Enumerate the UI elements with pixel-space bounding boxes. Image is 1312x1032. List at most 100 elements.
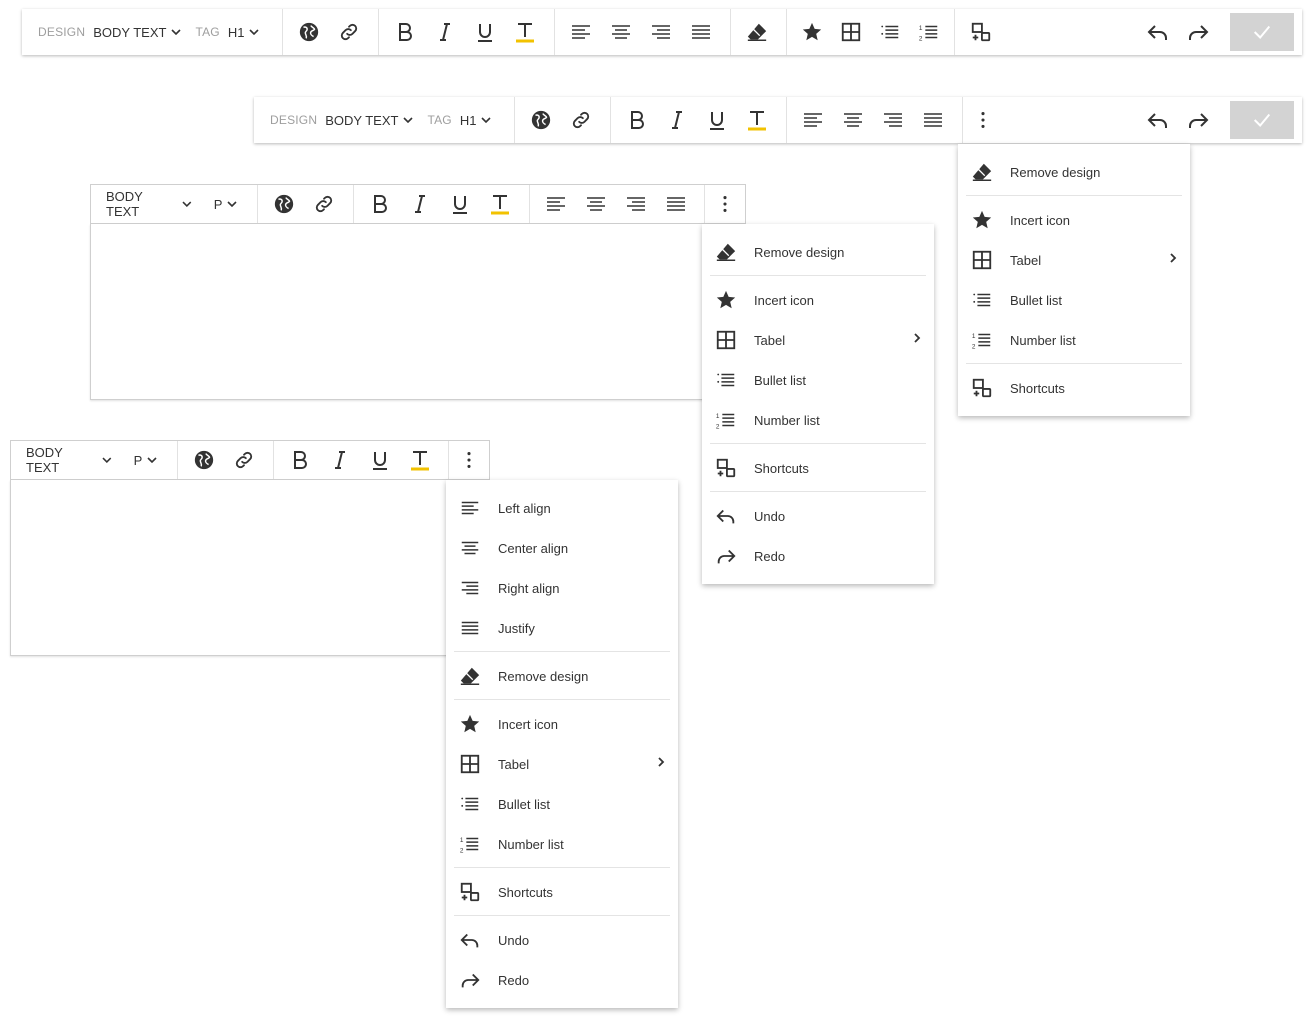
align-center-button[interactable] [601, 12, 641, 52]
link-button[interactable] [224, 440, 264, 480]
align-left-icon [569, 20, 593, 44]
redo-button[interactable] [1178, 100, 1218, 140]
menu-item-bullet-list[interactable]: Bullet list [710, 360, 926, 400]
menu-item-right-align[interactable]: Right align [454, 568, 670, 608]
menu-item-remove-design[interactable]: Remove design [966, 152, 1182, 192]
menu-item-redo[interactable]: Redo [710, 536, 926, 576]
number-list-icon [715, 409, 737, 431]
menu-item-remove-design[interactable]: Remove design [710, 232, 926, 272]
star-icon [801, 21, 823, 43]
tag-value: P [133, 452, 143, 468]
text-color-button[interactable] [737, 100, 777, 140]
editor-area-xsmall[interactable] [10, 480, 448, 656]
text-color-button[interactable] [400, 440, 440, 480]
menu-item-tabel[interactable]: Tabel [966, 240, 1182, 280]
menu-item-left-align[interactable]: Left align [454, 488, 670, 528]
justify-button[interactable] [656, 184, 696, 224]
design-select[interactable]: BODY TEXT [93, 25, 181, 40]
align-center-button[interactable] [576, 184, 616, 224]
align-right-button[interactable] [616, 184, 656, 224]
justify-button[interactable] [681, 12, 721, 52]
underline-button[interactable] [697, 100, 737, 140]
menu-item-shortcuts[interactable]: Shortcuts [710, 448, 926, 488]
italic-button[interactable] [320, 440, 360, 480]
globe-button[interactable] [289, 12, 329, 52]
align-center-button[interactable] [833, 100, 873, 140]
bold-button[interactable] [360, 184, 400, 224]
tag-select[interactable]: H1 [228, 25, 260, 40]
menu-item-redo[interactable]: Redo [454, 960, 670, 1000]
menu-divider [710, 443, 926, 444]
table-icon [715, 329, 737, 351]
align-right-button[interactable] [873, 100, 913, 140]
remove-design-button[interactable] [737, 12, 777, 52]
tag-select[interactable]: P [134, 453, 158, 468]
menu-item-shortcuts[interactable]: Shortcuts [454, 872, 670, 912]
insert-icon-button[interactable] [793, 12, 832, 52]
redo-button[interactable] [1178, 12, 1218, 52]
menu-item-number-list[interactable]: Number list [454, 824, 670, 864]
italic-button[interactable] [400, 184, 440, 224]
menu-item-justify[interactable]: Justify [454, 608, 670, 648]
more-button[interactable] [963, 100, 1003, 140]
underline-button[interactable] [440, 184, 480, 224]
menu-item-label: Shortcuts [498, 884, 553, 900]
link-button[interactable] [561, 100, 601, 140]
menu-item-bullet-list[interactable]: Bullet list [454, 784, 670, 824]
align-left-button[interactable] [536, 184, 576, 224]
bold-button[interactable] [617, 100, 657, 140]
text-color-button[interactable] [480, 184, 520, 224]
more-button[interactable] [705, 184, 745, 224]
text-color-button[interactable] [505, 12, 545, 52]
confirm-button[interactable] [1230, 101, 1294, 139]
confirm-button[interactable] [1230, 13, 1294, 51]
globe-button[interactable] [184, 440, 224, 480]
globe-button[interactable] [264, 184, 304, 224]
align-left-button[interactable] [561, 12, 601, 52]
globe-button[interactable] [521, 100, 561, 140]
underline-button[interactable] [360, 440, 400, 480]
menu-item-remove-design[interactable]: Remove design [454, 656, 670, 696]
tag-select[interactable]: H1 [460, 113, 492, 128]
menu-item-tabel[interactable]: Tabel [710, 320, 926, 360]
bullet-list-button[interactable] [871, 12, 910, 52]
menu-item-bullet-list[interactable]: Bullet list [966, 280, 1182, 320]
italic-icon [433, 20, 457, 44]
undo-button[interactable] [1138, 12, 1178, 52]
menu-item-incert-icon[interactable]: Incert icon [454, 704, 670, 744]
design-select[interactable]: BODY TEXT [325, 113, 413, 128]
italic-button[interactable] [425, 12, 465, 52]
menu-item-number-list[interactable]: Number list [710, 400, 926, 440]
tag-value: P [213, 196, 223, 212]
menu-item-incert-icon[interactable]: Incert icon [710, 280, 926, 320]
link-button[interactable] [304, 184, 344, 224]
align-left-button[interactable] [793, 100, 833, 140]
chevron-down-icon [171, 29, 181, 35]
menu-item-undo[interactable]: Undo [710, 496, 926, 536]
shortcuts-button[interactable] [961, 12, 1001, 52]
tag-select[interactable]: P [214, 197, 238, 212]
menu-item-tabel[interactable]: Tabel [454, 744, 670, 784]
menu-item-center-align[interactable]: Center align [454, 528, 670, 568]
design-select[interactable]: BODY TEXT [106, 189, 192, 219]
italic-button[interactable] [657, 100, 697, 140]
table-button[interactable] [832, 12, 871, 52]
menu-divider [710, 491, 926, 492]
undo-button[interactable] [1138, 100, 1178, 140]
number-list-button[interactable] [909, 12, 948, 52]
bold-button[interactable] [385, 12, 425, 52]
design-select[interactable]: BODY TEXT [26, 445, 112, 475]
menu-item-shortcuts[interactable]: Shortcuts [966, 368, 1182, 408]
align-right-button[interactable] [641, 12, 681, 52]
more-button[interactable] [449, 440, 489, 480]
link-button[interactable] [329, 12, 369, 52]
format-group [379, 9, 555, 55]
menu-item-incert-icon[interactable]: Incert icon [966, 200, 1182, 240]
justify-button[interactable] [913, 100, 953, 140]
bold-button[interactable] [280, 440, 320, 480]
chevron-right-icon [912, 332, 922, 344]
underline-button[interactable] [465, 12, 505, 52]
menu-item-number-list[interactable]: Number list [966, 320, 1182, 360]
menu-item-undo[interactable]: Undo [454, 920, 670, 960]
editor-area-small[interactable] [90, 224, 704, 400]
